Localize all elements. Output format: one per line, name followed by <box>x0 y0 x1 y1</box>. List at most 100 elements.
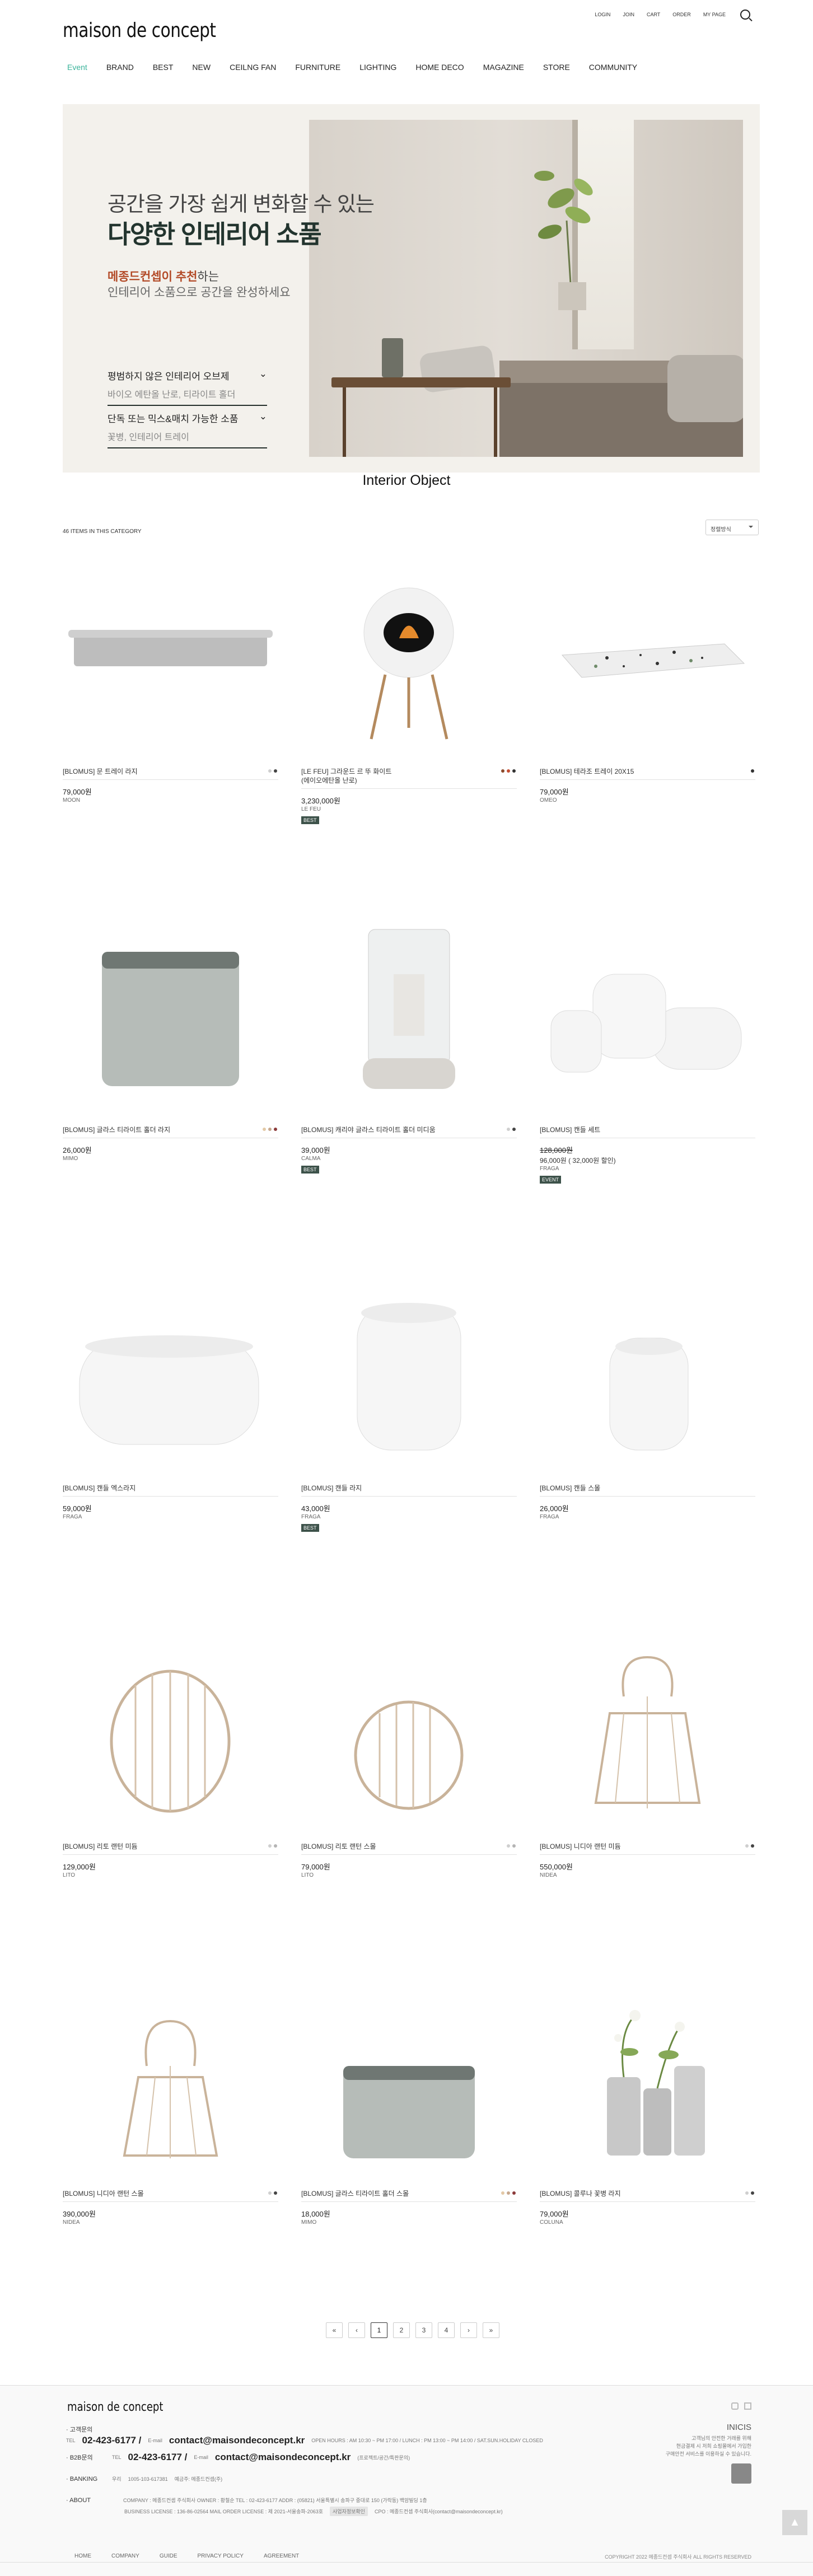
footer-link-agreement[interactable]: AGREEMENT <box>264 2553 299 2559</box>
footer-link-privacy[interactable]: PRIVACY POLICY <box>198 2553 244 2559</box>
nav-community[interactable]: COMMUNITY <box>589 63 637 72</box>
search-icon[interactable] <box>740 10 750 20</box>
product-price: 59,000원 <box>63 1504 92 1513</box>
nav-best[interactable]: BEST <box>153 63 174 72</box>
color-swatches <box>507 1128 516 1131</box>
color-swatches <box>745 2191 754 2195</box>
nav-brand[interactable]: BRAND <box>106 63 134 72</box>
product-name[interactable]: [BLOMUS] 콜루나 꽃병 라지 <box>540 2189 755 2198</box>
banner-link-mix[interactable]: 단독 또는 믹스&매치 가능한 소품 ⌄ 꽃병, 인테리어 트레이 <box>108 411 267 448</box>
product-price: 128,000원 <box>540 1146 573 1154</box>
b2b-tel[interactable]: 02-423-6177 / <box>128 2452 188 2463</box>
product-image[interactable] <box>301 918 517 1120</box>
pager-page-1[interactable]: 1 <box>371 2322 387 2338</box>
product-badge: EVENT <box>540 1176 562 1184</box>
login-link[interactable]: LOGIN <box>595 12 610 17</box>
product-brand: NIDEA <box>540 1872 557 1878</box>
product-image[interactable] <box>301 560 517 761</box>
product-brand: FRAGA <box>540 1166 559 1172</box>
color-swatch <box>507 1128 510 1131</box>
plant-icon <box>534 171 593 310</box>
site-logo[interactable]: maison de concept <box>63 19 216 42</box>
footer-link-company[interactable]: COMPANY <box>111 2553 139 2559</box>
product-image[interactable] <box>540 1277 755 1478</box>
nav-ceiling-fan[interactable]: CEILNG FAN <box>230 63 276 72</box>
footer-link-guide[interactable]: GUIDE <box>160 2553 177 2559</box>
product-name[interactable]: [BLOMUS] 문 트레이 라지 <box>63 767 278 776</box>
product-name[interactable]: [BLOMUS] 캔들 세트 <box>540 1125 755 1134</box>
product-name[interactable]: [BLOMUS] 리토 랜턴 스몰 <box>301 1842 517 1851</box>
cs-email[interactable]: contact@maisondeconcept.kr <box>169 2435 305 2446</box>
sort-select[interactable]: 정렬방식 <box>705 520 759 535</box>
product-image[interactable] <box>301 1635 517 1836</box>
product-name[interactable]: [BLOMUS] 글라스 티라이트 홀더 라지 <box>63 1125 278 1134</box>
join-link[interactable]: JOIN <box>623 12 634 17</box>
product-price: 43,000원 <box>301 1504 330 1513</box>
product-name[interactable]: [BLOMUS] 니디아 랜턴 스몰 <box>63 2189 278 2198</box>
product-name[interactable]: [LE FEU] 그라운드 르 뚜 화이트 (에이오에탄올 난로) <box>301 767 517 785</box>
product-name[interactable]: [BLOMUS] 리토 랜턴 미듐 <box>63 1842 278 1851</box>
product-image[interactable] <box>540 918 755 1120</box>
pager-first[interactable]: « <box>326 2322 343 2338</box>
cs-tel[interactable]: 02-423-6177 / <box>82 2435 142 2446</box>
pager-page-4[interactable]: 4 <box>438 2322 455 2338</box>
nav-furniture[interactable]: FURNITURE <box>295 63 340 72</box>
product-image[interactable] <box>63 1982 278 2184</box>
pager-last[interactable]: » <box>483 2322 499 2338</box>
product-brand: OMEO <box>540 797 557 803</box>
footer-link-home[interactable]: HOME <box>74 2553 91 2559</box>
product-price: 550,000원 <box>540 1863 573 1871</box>
escrow-icon <box>731 2463 751 2484</box>
color-swatch <box>751 1844 754 1848</box>
product-image[interactable] <box>63 1635 278 1836</box>
product-name[interactable]: [BLOMUS] 캔들 라지 <box>301 1484 517 1493</box>
product-image[interactable] <box>540 1982 755 2184</box>
pager-page-3[interactable]: 3 <box>415 2322 432 2338</box>
product-name[interactable]: [BLOMUS] 캔들 스몰 <box>540 1484 755 1493</box>
product-name[interactable]: [BLOMUS] 캔들 엑스라지 <box>63 1484 278 1493</box>
mypage-link[interactable]: MY PAGE <box>703 12 726 17</box>
pager-next[interactable]: › <box>460 2322 477 2338</box>
blog-icon[interactable] <box>744 2402 751 2410</box>
color-swatch <box>274 1844 277 1848</box>
business-info-button[interactable]: 사업자정보확인 <box>330 2507 368 2516</box>
color-swatch <box>751 769 754 773</box>
product-image[interactable] <box>63 1277 278 1478</box>
product-image[interactable] <box>540 1635 755 1836</box>
product-badge: BEST <box>301 816 319 824</box>
product-name[interactable]: [BLOMUS] 글라스 티라이트 홀더 스몰 <box>301 2189 517 2198</box>
footer-logo: maison de concept <box>67 2400 163 2414</box>
inicis-escrow[interactable]: INICIS 고객님의 안전한 거래를 위해 현금결제 시 저희 쇼핑몰에서 가… <box>666 2423 751 2484</box>
product-image[interactable] <box>63 560 278 761</box>
color-swatches <box>507 1844 516 1848</box>
color-swatches <box>745 1844 754 1848</box>
pager-prev[interactable]: ‹ <box>348 2322 365 2338</box>
nav-lighting[interactable]: LIGHTING <box>359 63 396 72</box>
banner-link-objects[interactable]: 평범하지 않은 인테리어 오브제 ⌄ 바이오 에탄올 난로, 티라이트 홀더 <box>108 368 267 406</box>
b2b-email[interactable]: contact@maisondeconcept.kr <box>215 2452 351 2463</box>
nav-magazine[interactable]: MAGAZINE <box>483 63 524 72</box>
scroll-top-button[interactable]: ▲ <box>782 2510 807 2535</box>
pager-page-2[interactable]: 2 <box>393 2322 410 2338</box>
color-swatch <box>512 1844 516 1848</box>
nav-store[interactable]: STORE <box>543 63 570 72</box>
product-price: 26,000원 <box>540 1504 569 1513</box>
product-image[interactable] <box>63 918 278 1120</box>
section-title: Interior Object <box>362 473 451 488</box>
product-name[interactable]: [BLOMUS] 캐리야 글라스 티라이트 홀더 미디움 <box>301 1125 517 1134</box>
product-price: 18,000원 <box>301 2210 330 2218</box>
product-image[interactable] <box>301 1277 517 1478</box>
nav-event[interactable]: Event <box>67 63 87 72</box>
color-swatches <box>268 2191 277 2195</box>
product-name[interactable]: [BLOMUS] 니디아 랜턴 미듐 <box>540 1842 755 1851</box>
main-nav: Event BRAND BEST NEW CEILNG FAN FURNITUR… <box>67 63 656 72</box>
chevron-down-icon: ⌄ <box>259 411 267 422</box>
product-name[interactable]: [BLOMUS] 테라조 트레이 20X15 <box>540 767 755 776</box>
product-image[interactable] <box>540 560 755 761</box>
nav-home-deco[interactable]: HOME DECO <box>415 63 464 72</box>
cart-link[interactable]: CART <box>647 12 660 17</box>
product-image[interactable] <box>301 1982 517 2184</box>
order-link[interactable]: ORDER <box>672 12 691 17</box>
nav-new[interactable]: NEW <box>192 63 211 72</box>
instagram-icon[interactable] <box>731 2402 739 2410</box>
